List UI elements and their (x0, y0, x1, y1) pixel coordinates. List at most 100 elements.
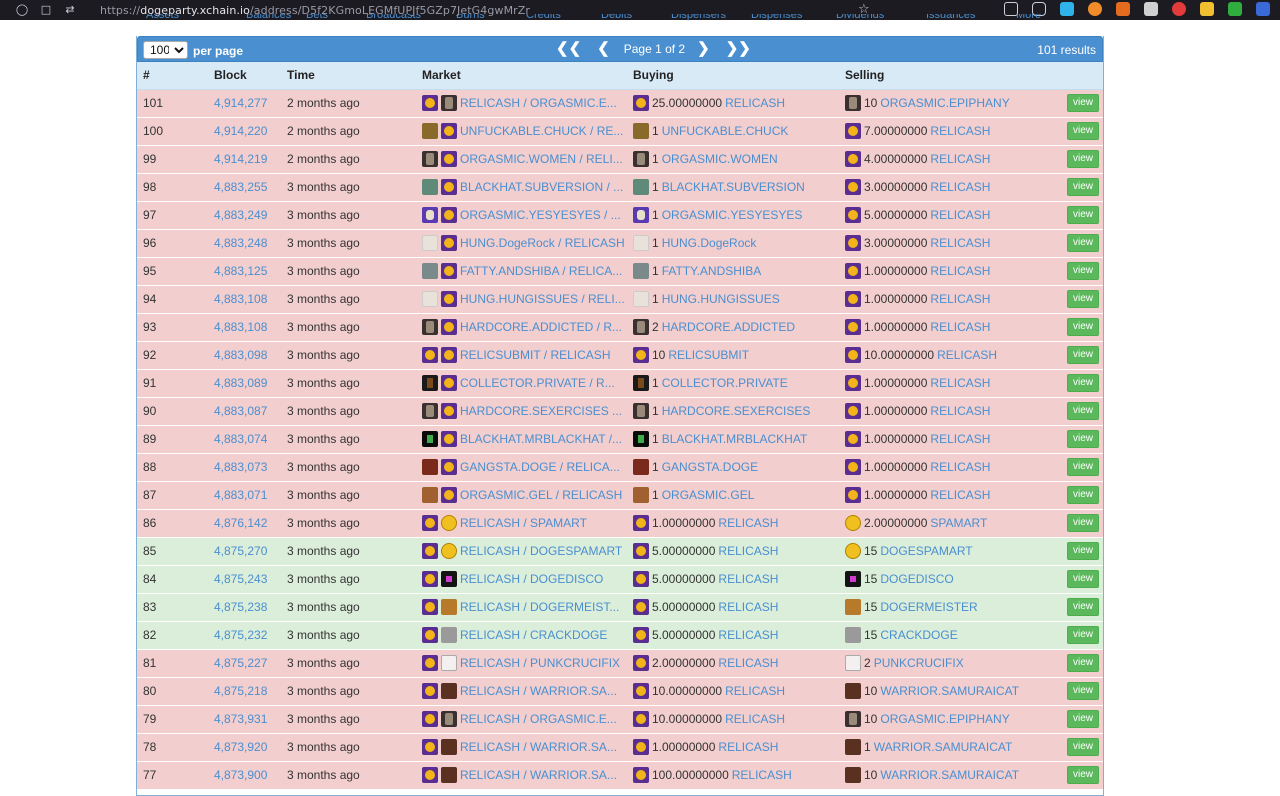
column-header-selling[interactable]: Selling (839, 62, 1061, 90)
view-button[interactable]: view (1067, 458, 1100, 476)
block-link[interactable]: 4,873,900 (214, 768, 267, 782)
view-button[interactable]: view (1067, 234, 1100, 252)
buying-asset-link[interactable]: HUNG.DogeRock (662, 236, 757, 250)
selling-asset-link[interactable]: RELICASH (930, 124, 990, 138)
buying-asset-link[interactable]: RELICASH (725, 712, 785, 726)
market-link[interactable]: RELICASH / PUNKCRUCIFIX (460, 656, 620, 670)
buying-asset-link[interactable]: BLACKHAT.MRBLACKHAT (662, 432, 808, 446)
column-header-block[interactable]: Block (208, 62, 281, 90)
block-link[interactable]: 4,914,220 (214, 124, 267, 138)
selling-asset-link[interactable]: SPAMART (930, 516, 987, 530)
column-header-buying[interactable]: Buying (627, 62, 839, 90)
block-link[interactable]: 4,875,227 (214, 656, 267, 670)
market-link[interactable]: RELICASH / ORGASMIC.E... (460, 96, 617, 110)
block-link[interactable]: 4,883,125 (214, 264, 267, 278)
view-button[interactable]: view (1067, 486, 1100, 504)
view-button[interactable]: view (1067, 262, 1100, 280)
buying-asset-link[interactable]: HARDCORE.SEXERCISES (662, 404, 811, 418)
column-header-time[interactable]: Time (281, 62, 416, 90)
view-button[interactable]: view (1067, 402, 1100, 420)
buying-asset-link[interactable]: RELICASH (718, 516, 778, 530)
view-button[interactable]: view (1067, 654, 1100, 672)
nav-tab-issuances[interactable]: Issuances (926, 14, 976, 21)
view-button[interactable]: view (1067, 318, 1100, 336)
market-link[interactable]: FATTY.ANDSHIBA / RELICA... (460, 264, 622, 278)
lock-icon[interactable]: □ (40, 4, 52, 16)
buying-asset-link[interactable]: RELICASH (718, 572, 778, 586)
nav-tab-debits[interactable]: Debits (601, 14, 632, 21)
view-button[interactable]: view (1067, 626, 1100, 644)
market-link[interactable]: RELICASH / DOGEDISCO (460, 572, 603, 586)
market-link[interactable]: HUNG.HUNGISSUES / RELI... (460, 292, 625, 306)
selling-asset-link[interactable]: RELICASH (930, 180, 990, 194)
buying-asset-link[interactable]: RELICASH (718, 656, 778, 670)
selling-asset-link[interactable]: ORGASMIC.EPIPHANY (880, 712, 1009, 726)
view-button[interactable]: view (1067, 430, 1100, 448)
market-link[interactable]: ORGASMIC.GEL / RELICASH (460, 488, 622, 502)
block-link[interactable]: 4,883,089 (214, 376, 267, 390)
nav-tab-credits[interactable]: Credits (526, 14, 561, 21)
buying-asset-link[interactable]: RELICASH (718, 544, 778, 558)
selling-asset-link[interactable]: DOGERMEISTER (880, 600, 977, 614)
market-link[interactable]: GANGSTA.DOGE / RELICA... (460, 460, 620, 474)
buying-asset-link[interactable]: ORGASMIC.GEL (662, 488, 755, 502)
selling-asset-link[interactable]: RELICASH (930, 460, 990, 474)
buying-asset-link[interactable]: RELICASH (725, 96, 785, 110)
selling-asset-link[interactable]: RELICASH (930, 488, 990, 502)
column-header-market[interactable]: Market (416, 62, 627, 90)
permissions-icon[interactable]: ⇄ (64, 4, 76, 16)
buying-asset-link[interactable]: FATTY.ANDSHIBA (662, 264, 762, 278)
buying-asset-link[interactable]: RELICASH (718, 600, 778, 614)
buying-asset-link[interactable]: RELICSUBMIT (668, 348, 749, 362)
selling-asset-link[interactable]: RELICASH (930, 376, 990, 390)
selling-asset-link[interactable]: RELICASH (930, 208, 990, 222)
extension-icon[interactable] (1256, 2, 1270, 16)
nav-tab-burns[interactable]: Burns (456, 14, 485, 21)
buying-asset-link[interactable]: BLACKHAT.SUBVERSION (662, 180, 805, 194)
view-button[interactable]: view (1067, 514, 1100, 532)
column-header-number[interactable]: # (137, 62, 208, 90)
selling-asset-link[interactable]: RELICASH (930, 236, 990, 250)
buying-asset-link[interactable]: UNFUCKABLE.CHUCK (662, 124, 789, 138)
nav-tab-dividends[interactable]: Dividends (836, 14, 884, 21)
buying-asset-link[interactable]: HARDCORE.ADDICTED (662, 320, 795, 334)
block-link[interactable]: 4,883,248 (214, 236, 267, 250)
selling-asset-link[interactable]: RELICASH (930, 404, 990, 418)
nav-tab-more[interactable]: More (1016, 14, 1041, 21)
buying-asset-link[interactable]: RELICASH (718, 740, 778, 754)
view-button[interactable]: view (1067, 94, 1100, 112)
buying-asset-link[interactable]: RELICASH (718, 628, 778, 642)
selling-asset-link[interactable]: WARRIOR.SAMURAICAT (874, 740, 1013, 754)
market-link[interactable]: COLLECTOR.PRIVATE / R... (460, 376, 615, 390)
view-button[interactable]: view (1067, 178, 1100, 196)
nav-tab-dispensers[interactable]: Dispensers (671, 14, 726, 21)
buying-asset-link[interactable]: ORGASMIC.WOMEN (662, 152, 778, 166)
selling-asset-link[interactable]: RELICASH (930, 320, 990, 334)
selling-asset-link[interactable]: WARRIOR.SAMURAICAT (880, 768, 1019, 782)
first-page-icon[interactable]: ❮❮ (556, 40, 581, 58)
block-link[interactable]: 4,883,098 (214, 348, 267, 362)
market-link[interactable]: RELICASH / WARRIOR.SA... (460, 740, 617, 754)
market-link[interactable]: RELICSUBMIT / RELICASH (460, 348, 610, 362)
prev-page-icon[interactable]: ❮ (597, 40, 610, 58)
view-button[interactable]: view (1067, 682, 1100, 700)
market-link[interactable]: RELICASH / DOGESPAMART (460, 544, 622, 558)
view-button[interactable]: view (1067, 290, 1100, 308)
block-link[interactable]: 4,883,071 (214, 488, 267, 502)
market-link[interactable]: HUNG.DogeRock / RELICASH (460, 236, 625, 250)
last-page-icon[interactable]: ❯❯ (726, 40, 751, 58)
selling-asset-link[interactable]: DOGESPAMART (880, 544, 972, 558)
selling-asset-link[interactable]: CRACKDOGE (880, 628, 957, 642)
extension-icon[interactable] (1172, 2, 1186, 16)
block-link[interactable]: 4,873,920 (214, 740, 267, 754)
per-page-select[interactable]: 100 (143, 41, 188, 59)
block-link[interactable]: 4,883,074 (214, 432, 267, 446)
nav-tab-assets[interactable]: Assets (146, 14, 179, 21)
market-link[interactable]: HARDCORE.ADDICTED / R... (460, 320, 622, 334)
buying-asset-link[interactable]: COLLECTOR.PRIVATE (662, 376, 788, 390)
view-button[interactable]: view (1067, 570, 1100, 588)
block-link[interactable]: 4,875,238 (214, 600, 267, 614)
selling-asset-link[interactable]: ORGASMIC.EPIPHANY (880, 96, 1009, 110)
selling-asset-link[interactable]: RELICASH (930, 432, 990, 446)
market-link[interactable]: RELICASH / CRACKDOGE (460, 628, 607, 642)
